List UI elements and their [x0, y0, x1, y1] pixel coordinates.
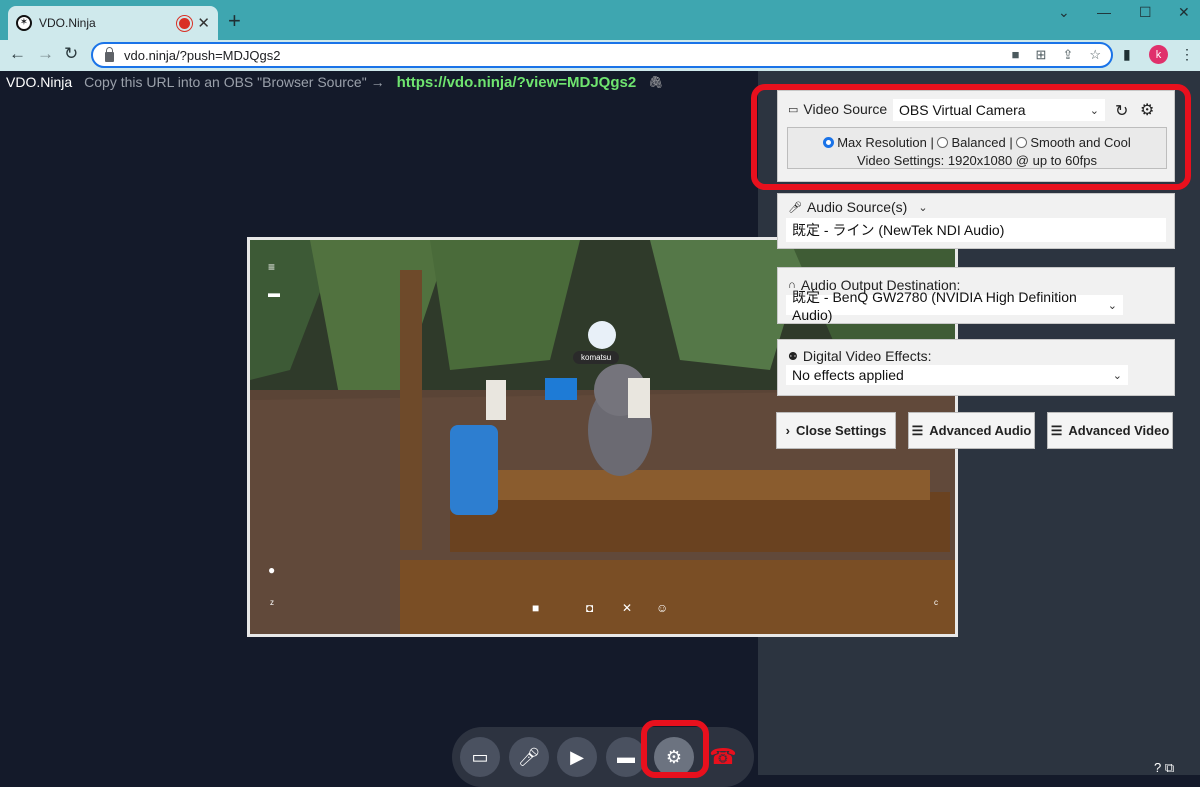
advanced-video-label: Advanced Video: [1068, 423, 1170, 438]
address-bar-url: vdo.ninja/?push=MDJQgs2: [124, 47, 281, 63]
vr-mic-muted-icon[interactable]: ✕: [622, 601, 632, 615]
video-effects-value: No effects applied: [792, 367, 904, 383]
chevron-down-icon: ⌄: [1112, 369, 1122, 382]
vr-right-hand-icon[interactable]: c: [934, 598, 938, 607]
vr-left-hand-icon[interactable]: z: [270, 598, 274, 607]
video-source-highlight: [751, 84, 1191, 190]
maximize-button[interactable]: ☐: [1139, 4, 1152, 21]
close-window-button[interactable]: ✕: [1178, 4, 1190, 21]
settings-button-highlight: [641, 720, 709, 778]
side-panel-icon[interactable]: ▮: [1123, 46, 1131, 63]
copy-url-hint: Copy this URL into an OBS "Browser Sourc…: [84, 74, 385, 90]
sliders-icon: ☰: [1050, 422, 1063, 438]
browser-toolbar: ← → ↻ vdo.ninja/?push=MDJQgs2 ■ ⊞ ⇪ ☆ ▮ …: [0, 40, 1200, 71]
vdo-ninja-favicon-icon: ✶: [16, 15, 32, 31]
audio-source-field[interactable]: 既定 - ライン (NewTek NDI Audio): [786, 218, 1166, 242]
reload-icon[interactable]: ↻: [64, 44, 78, 64]
sliders-icon: ☰: [911, 422, 924, 438]
audio-source-value: 既定 - ライン (NewTek NDI Audio): [792, 222, 1005, 238]
vr-camera-toggle-icon[interactable]: ■: [532, 601, 539, 615]
robot-icon: ⚉: [788, 350, 798, 363]
tab-search-icon[interactable]: ⌄: [1058, 4, 1070, 21]
new-tab-button[interactable]: +: [228, 8, 241, 34]
avatar-name-tag: komatsu: [573, 351, 620, 364]
forward-arrow-icon[interactable]: →: [37, 44, 54, 64]
video-effects-panel: ⚉ Digital Video Effects: No effects appl…: [777, 339, 1175, 396]
advanced-video-button[interactable]: ☰ Advanced Video: [1047, 412, 1173, 449]
hangup-icon[interactable]: ☎: [703, 737, 743, 777]
vr-photo-icon[interactable]: ◘: [586, 601, 593, 615]
lock-icon: [105, 46, 114, 62]
advanced-audio-button[interactable]: ☰ Advanced Audio: [908, 412, 1035, 449]
address-bar[interactable]: vdo.ninja/?push=MDJQgs2 ■ ⊞ ⇪ ☆: [91, 42, 1113, 68]
audio-source-label-group[interactable]: 🎤︎ Audio Source(s) ⌄: [788, 199, 928, 215]
microphone-icon[interactable]: 🎤︎: [509, 737, 549, 777]
screen-share-icon[interactable]: ▬: [606, 737, 646, 777]
audio-source-panel: 🎤︎ Audio Source(s) ⌄ 既定 - ライン (NewTek ND…: [777, 193, 1175, 249]
camera-icon[interactable]: ▶: [557, 737, 597, 777]
back-arrow-icon[interactable]: ←: [9, 44, 26, 64]
profile-avatar[interactable]: k: [1149, 45, 1168, 64]
tab-title: VDO.Ninja: [39, 16, 96, 30]
help-icon[interactable]: ? ⧉: [1154, 760, 1174, 776]
close-settings-button[interactable]: › Close Settings: [776, 412, 896, 449]
browser-tab[interactable]: ✶ VDO.Ninja ✕: [8, 6, 218, 40]
video-effects-label: Digital Video Effects:: [802, 348, 932, 364]
view-url-link[interactable]: https://vdo.ninja/?view=MDJQgs2: [397, 74, 637, 91]
vr-menu-icon[interactable]: ≡: [268, 260, 275, 274]
close-settings-label: Close Settings: [796, 423, 887, 438]
vr-chat-icon[interactable]: ●: [268, 563, 275, 577]
tab-close-icon[interactable]: ✕: [197, 14, 210, 32]
video-effects-label-group: ⚉ Digital Video Effects:: [788, 348, 932, 364]
menu-dots-icon[interactable]: ⋮: [1180, 46, 1194, 63]
advanced-audio-label: Advanced Audio: [929, 423, 1032, 438]
chevron-down-icon: ⌄: [918, 201, 928, 214]
chevron-down-icon: ⌄: [1107, 299, 1117, 312]
paperclip-icon[interactable]: 🖇: [648, 75, 663, 89]
video-effects-select[interactable]: No effects applied ⌄: [786, 365, 1128, 385]
minimize-button[interactable]: —: [1097, 4, 1111, 20]
audio-output-panel: ∩ Audio Output Destination: 既定 - BenQ GW…: [777, 267, 1175, 324]
audio-source-label: Audio Source(s): [806, 199, 908, 215]
app-header: VDO.Ninja Copy this URL into an OBS "Bro…: [0, 71, 758, 93]
browser-tab-strip: ✶ VDO.Ninja ✕ + ⌄ — ☐ ✕: [0, 0, 1200, 40]
translate-icon[interactable]: ⊞: [1036, 47, 1047, 63]
vr-emoji-icon[interactable]: ☺: [656, 601, 668, 615]
recording-indicator-icon: [179, 17, 191, 29]
chat-icon[interactable]: ▭: [460, 737, 500, 777]
microphone-icon: 🎤︎: [788, 201, 802, 214]
share-icon[interactable]: ⇪: [1062, 47, 1073, 63]
chevron-right-icon: ›: [785, 423, 791, 438]
audio-output-select[interactable]: 既定 - BenQ GW2780 (NVIDIA High Definition…: [786, 289, 1123, 323]
audio-output-value: 既定 - BenQ GW2780 (NVIDIA High Definition…: [792, 289, 1077, 323]
vr-folder-icon[interactable]: ▬: [268, 286, 280, 300]
camera-in-use-icon[interactable]: ■: [1012, 47, 1020, 63]
app-brand: VDO.Ninja: [6, 74, 73, 90]
bookmark-star-icon[interactable]: ☆: [1089, 47, 1101, 63]
